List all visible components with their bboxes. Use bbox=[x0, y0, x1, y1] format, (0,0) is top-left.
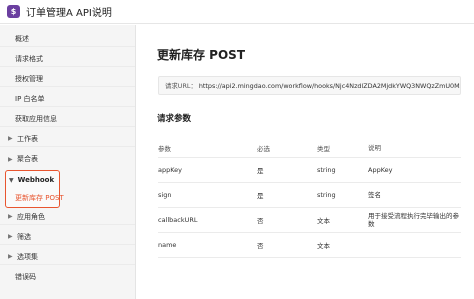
column-header: 参数 bbox=[158, 145, 171, 153]
request-url-label: 请求URL： bbox=[165, 82, 197, 90]
chevron-down-icon: ▼ bbox=[9, 176, 14, 184]
sidebar-item-option-sets[interactable]: ▶ 选项集 bbox=[0, 249, 135, 265]
main-content: 更新库存 POST 请求URL： https://api2.mingdao.co… bbox=[137, 25, 474, 299]
request-url-value[interactable]: https://api2.mingdao.com/workflow/hooks/… bbox=[199, 82, 460, 90]
request-url-box[interactable]: 请求URL： https://api2.mingdao.com/workflow… bbox=[158, 76, 461, 95]
sidebar-item-overview[interactable]: 概述 bbox=[0, 31, 135, 47]
chevron-right-icon: ▶ bbox=[8, 155, 13, 163]
param-type: 文本 bbox=[317, 242, 330, 250]
param-name: appKey bbox=[158, 166, 183, 174]
sidebar-item-webhook[interactable]: ▼ Webhook bbox=[6, 173, 59, 187]
column-header: 类型 bbox=[317, 145, 330, 153]
table-header-row: 参数 必选 类型 说明 bbox=[158, 139, 461, 158]
param-name: name bbox=[158, 241, 177, 249]
sidebar-item-ip-whitelist[interactable]: IP 白名单 bbox=[0, 91, 135, 107]
table-row: name 否 文本 bbox=[158, 233, 461, 258]
sidebar-nav: 概述 请求格式 授权管理 IP 白名单 获取应用信息 ▶ 工作表 ▶ 聚合表 ▼… bbox=[0, 25, 136, 299]
params-section-title: 请求参数 bbox=[157, 114, 192, 124]
params-table: 参数 必选 类型 说明 appKey 是 string AppKey sign … bbox=[158, 139, 461, 258]
table-row: appKey 是 string AppKey bbox=[158, 158, 461, 183]
param-desc: 用于接受流程执行完毕输出的参数 bbox=[368, 212, 459, 228]
sidebar-item-update-stock[interactable]: 更新库存 POST bbox=[6, 191, 64, 205]
param-required: 是 bbox=[257, 192, 264, 200]
table-row: sign 是 string 签名 bbox=[158, 183, 461, 208]
app-title: 订单管理A API说明 bbox=[26, 8, 112, 19]
app-logo-icon: $ bbox=[7, 5, 20, 18]
param-desc bbox=[368, 233, 461, 257]
sidebar-item-aggregate-tables[interactable]: ▶ 聚合表 bbox=[0, 151, 135, 167]
sidebar-item-auth[interactable]: 授权管理 bbox=[0, 71, 135, 87]
sidebar-item-request-format[interactable]: 请求格式 bbox=[0, 51, 135, 67]
param-desc: AppKey bbox=[368, 166, 393, 174]
param-name: sign bbox=[158, 191, 172, 199]
param-type: 文本 bbox=[317, 217, 330, 225]
chevron-right-icon: ▶ bbox=[8, 213, 13, 220]
param-required: 是 bbox=[257, 167, 264, 175]
param-desc: 签名 bbox=[368, 191, 381, 199]
sidebar-item-app-info[interactable]: 获取应用信息 bbox=[0, 111, 135, 127]
param-required: 否 bbox=[257, 217, 264, 225]
chevron-right-icon: ▶ bbox=[8, 253, 13, 260]
page-title: 更新库存 POST bbox=[157, 48, 246, 62]
sidebar-item-worksheets[interactable]: ▶ 工作表 bbox=[0, 131, 135, 147]
param-type: string bbox=[317, 166, 336, 174]
param-name: callbackURL bbox=[158, 216, 198, 224]
column-header: 必选 bbox=[257, 145, 270, 153]
table-row: callbackURL 否 文本 用于接受流程执行完毕输出的参数 bbox=[158, 208, 461, 233]
chevron-right-icon: ▶ bbox=[8, 233, 13, 240]
param-required: 否 bbox=[257, 242, 264, 250]
chevron-right-icon: ▶ bbox=[8, 135, 13, 142]
sidebar-item-app-roles[interactable]: ▶ 应用角色 bbox=[0, 209, 135, 225]
sidebar-item-error-codes[interactable]: 错误码 bbox=[0, 269, 135, 285]
param-type: string bbox=[317, 191, 336, 199]
column-header: 说明 bbox=[368, 144, 381, 152]
webhook-group: ▼ Webhook 更新库存 POST bbox=[5, 170, 64, 208]
sidebar-item-filters[interactable]: ▶ 筛选 bbox=[0, 229, 135, 245]
top-bar: $ 订单管理A API说明 bbox=[0, 0, 474, 24]
